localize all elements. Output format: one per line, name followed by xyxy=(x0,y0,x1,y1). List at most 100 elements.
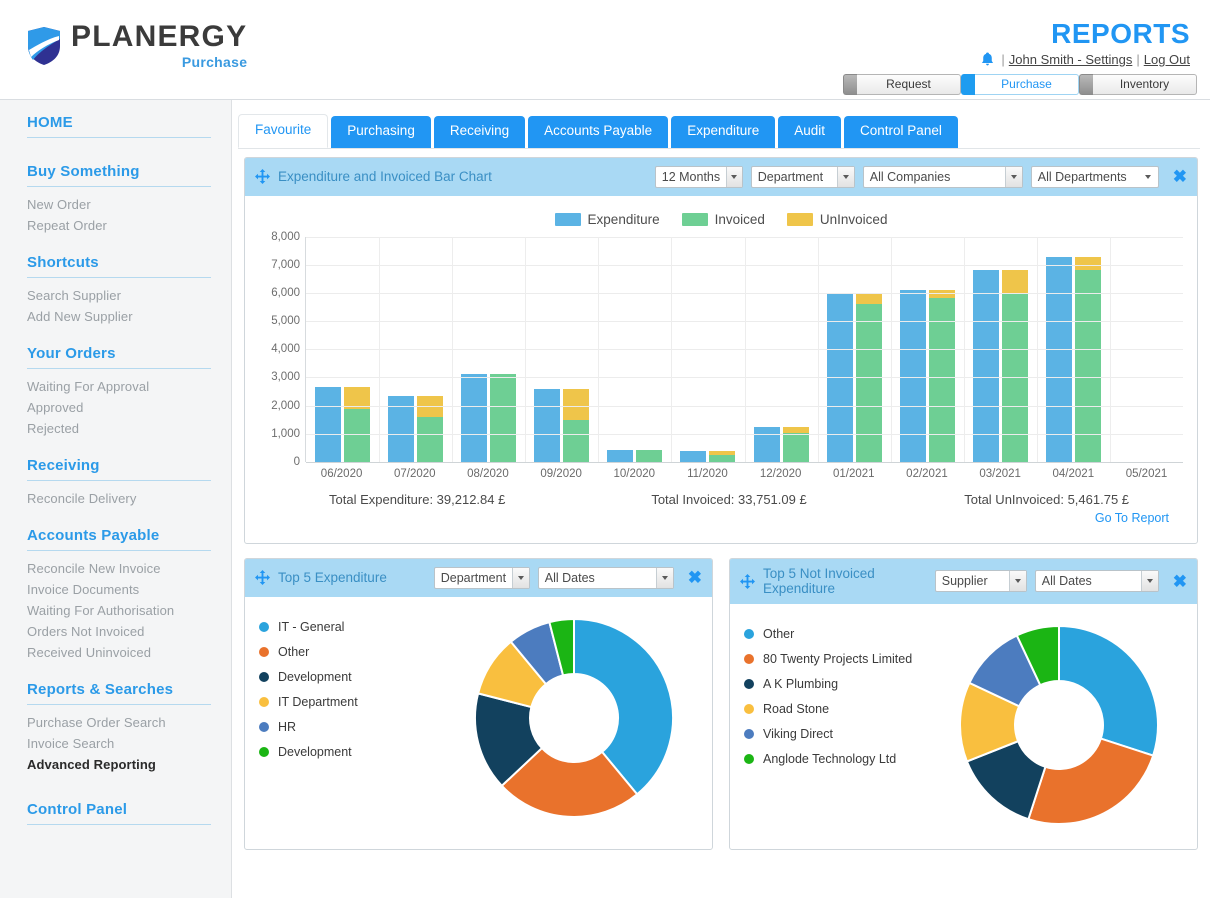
sidebar-item-waiting-for-authorisation[interactable]: Waiting For Authorisation xyxy=(27,600,211,621)
tab-accounts-payable[interactable]: Accounts Payable xyxy=(528,116,669,148)
tab-control-panel[interactable]: Control Panel xyxy=(844,116,958,148)
sidebar-item-approved[interactable]: Approved xyxy=(27,397,211,418)
top5-not-invoiced-header: Top 5 Not Invoiced Expenditure Supplier … xyxy=(730,558,1197,604)
legend-item[interactable]: A K Plumbing xyxy=(740,672,930,697)
donut-chart xyxy=(958,625,1159,826)
legend-item[interactable]: IT Department xyxy=(255,690,445,715)
top5-not-invoiced-title: Top 5 Not Invoiced Expenditure xyxy=(763,565,875,597)
groupby-filter-value: Department xyxy=(757,169,824,184)
page-body: HOME Buy Something New Order Repeat Orde… xyxy=(0,100,1210,898)
x-tick: 11/2020 xyxy=(687,467,728,480)
sidebar-item-reconcile-delivery[interactable]: Reconcile Delivery xyxy=(27,488,211,509)
legend-item[interactable]: 80 Twenty Projects Limited xyxy=(740,647,930,672)
legend-item[interactable]: Development xyxy=(255,740,445,765)
module-tab-purchase[interactable]: Purchase xyxy=(975,74,1079,95)
y-tick: 7,000 xyxy=(271,258,300,271)
sidebar-item-new-order[interactable]: New Order xyxy=(27,194,211,215)
legend-item[interactable]: Viking Direct xyxy=(740,722,930,747)
legend-dot-icon xyxy=(744,653,754,664)
tab-expenditure[interactable]: Expenditure xyxy=(671,116,776,148)
tab-audit[interactable]: Audit xyxy=(778,116,842,148)
sidebar-group-home[interactable]: HOME xyxy=(27,114,211,138)
chevron-down-icon xyxy=(836,166,854,187)
legend-label: Other xyxy=(278,644,310,659)
sidebar-item-search-supplier[interactable]: Search Supplier xyxy=(27,285,211,306)
legend-item[interactable]: Development xyxy=(255,665,445,690)
legend-label: HR xyxy=(278,719,297,734)
bell-icon[interactable] xyxy=(981,52,994,67)
legend-dot-icon xyxy=(259,696,269,707)
vertical-gridline xyxy=(525,236,527,462)
bar-segment-invoiced xyxy=(636,449,663,462)
x-tick: 12/2020 xyxy=(759,467,802,480)
left-dates-select[interactable]: All Dates xyxy=(537,566,674,589)
sidebar-item-received-uninvoiced[interactable]: Received Uninvoiced xyxy=(27,642,211,663)
shield-icon xyxy=(28,26,60,65)
period-filter-select[interactable]: 12 Months xyxy=(654,165,743,188)
y-tick: 1,000 xyxy=(271,427,300,440)
sidebar-item-rejected[interactable]: Rejected xyxy=(27,418,211,439)
logout-link[interactable]: Log Out xyxy=(1144,52,1190,67)
top5-not-invoiced-widget: Top 5 Not Invoiced Expenditure Supplier … xyxy=(729,557,1198,850)
module-tab-inventory[interactable]: Inventory xyxy=(1093,74,1197,95)
user-settings-link[interactable]: John Smith - Settings xyxy=(1009,52,1133,67)
close-icon[interactable]: ✖ xyxy=(1173,573,1187,590)
tab-purchasing[interactable]: Purchasing xyxy=(331,116,431,148)
bar-invoiced-stack xyxy=(344,387,371,462)
right-groupby-select[interactable]: Supplier xyxy=(934,570,1027,593)
groupby-filter-select[interactable]: Department xyxy=(750,165,855,188)
chevron-down-icon xyxy=(1140,571,1158,592)
sidebar-group-control-panel[interactable]: Control Panel xyxy=(27,801,211,825)
bar-invoiced-stack xyxy=(782,427,809,462)
left-groupby-select[interactable]: Department xyxy=(433,566,530,589)
legend-dot-icon xyxy=(744,728,754,739)
legend-item[interactable]: IT - General xyxy=(255,615,445,640)
vertical-gridline xyxy=(379,236,381,462)
sidebar-item-invoice-search[interactable]: Invoice Search xyxy=(27,733,211,754)
chevron-down-icon xyxy=(726,166,742,187)
sidebar-group-reports-searches: Reports & Searches xyxy=(27,681,211,705)
sidebar-item-purchase-order-search[interactable]: Purchase Order Search xyxy=(27,712,211,733)
sidebar-item-invoice-documents[interactable]: Invoice Documents xyxy=(27,579,211,600)
sidebar-group-accounts-payable: Accounts Payable xyxy=(27,527,211,551)
sidebar-item-repeat-order[interactable]: Repeat Order xyxy=(27,215,211,236)
sidebar-item-waiting-for-approval[interactable]: Waiting For Approval xyxy=(27,376,211,397)
donut-slice[interactable] xyxy=(1026,737,1154,826)
user-bar-separator-1: | xyxy=(1001,52,1005,67)
move-handle-icon[interactable] xyxy=(255,169,270,185)
sidebar-item-advanced-reporting[interactable]: Advanced Reporting xyxy=(27,754,211,775)
total-invoiced: Total Invoiced: 33,751.09 £ xyxy=(651,491,807,507)
sidebar-item-orders-not-invoiced[interactable]: Orders Not Invoiced xyxy=(27,621,211,642)
x-tick: 04/2021 xyxy=(1052,467,1095,480)
goto-report-link[interactable]: Go To Report xyxy=(1095,511,1169,525)
move-handle-icon[interactable] xyxy=(255,570,270,586)
y-axis: 8,000 7,000 6,000 5,000 4,000 3,000 2,000 1,000… xyxy=(259,231,305,468)
reports-page: PLANERGY Purchase REPORTS | John Smith -… xyxy=(0,0,1210,898)
donut-slice[interactable] xyxy=(1057,625,1159,758)
legend-item[interactable]: Other xyxy=(740,622,930,647)
close-icon[interactable]: ✖ xyxy=(688,569,702,586)
legend-item[interactable]: Anglode Technology Ltd xyxy=(740,747,930,772)
legend-item[interactable]: Other xyxy=(255,640,445,665)
right-dates-value: All Dates xyxy=(1041,574,1092,589)
user-bar: | John Smith - Settings | Log Out xyxy=(981,52,1190,67)
module-tab-request[interactable]: Request xyxy=(857,74,961,95)
brand-logo[interactable]: PLANERGY Purchase xyxy=(27,22,247,69)
bar-segment-uninvoiced xyxy=(855,293,882,304)
sidebar-item-reconcile-new-invoice[interactable]: Reconcile New Invoice xyxy=(27,558,211,579)
close-icon[interactable]: ✖ xyxy=(1173,168,1187,185)
company-filter-select[interactable]: All Companies xyxy=(862,165,1023,188)
sidebar-item-add-new-supplier[interactable]: Add New Supplier xyxy=(27,306,211,327)
tab-favourite[interactable]: Favourite xyxy=(238,114,329,148)
module-stub-request xyxy=(843,74,857,95)
tab-receiving[interactable]: Receiving xyxy=(433,116,526,148)
legend-item[interactable]: Road Stone xyxy=(740,697,930,722)
right-dates-select[interactable]: All Dates xyxy=(1034,570,1159,593)
move-handle-icon[interactable] xyxy=(740,573,755,589)
bar-chart-widget-title: Expenditure and Invoiced Bar Chart xyxy=(278,169,492,185)
sidebar: HOME Buy Something New Order Repeat Orde… xyxy=(0,100,232,898)
top5-expenditure-donut xyxy=(445,611,702,826)
legend-item[interactable]: HR xyxy=(255,715,445,740)
left-groupby-value: Department xyxy=(440,570,507,585)
department-filter-select[interactable]: All Departments xyxy=(1030,165,1159,188)
